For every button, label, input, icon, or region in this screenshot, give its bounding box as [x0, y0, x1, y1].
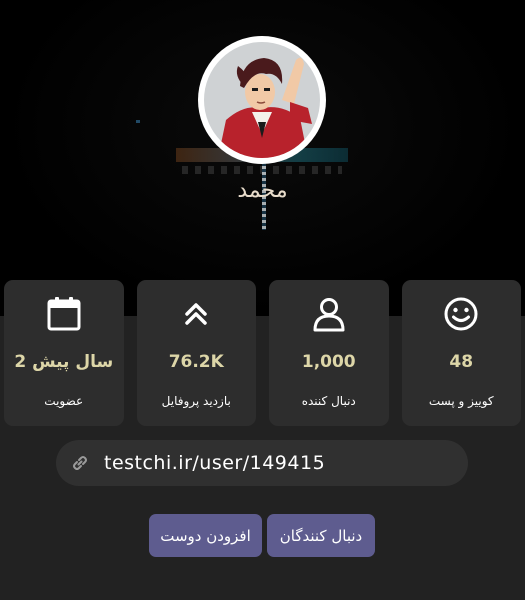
stat-value-views: 76.2K: [168, 352, 224, 372]
stat-value-followers: 1,000: [301, 352, 356, 372]
smiley-icon: [441, 294, 481, 334]
stat-card-views[interactable]: 76.2K بازدید پروفایل: [136, 280, 256, 426]
avatar[interactable]: [198, 36, 326, 164]
stat-label-views: بازدید پروفایل: [161, 394, 231, 408]
add-friend-button[interactable]: افزودن دوست: [149, 514, 262, 557]
stat-value-membership: 2 سال پیش: [14, 352, 114, 372]
profile-link-text: testchi.ir/user/149415: [104, 452, 326, 474]
banner-decoration: [136, 120, 140, 123]
stat-label-posts: کوییز و پست: [428, 394, 494, 408]
stat-card-posts[interactable]: 48 کوییز و پست: [401, 280, 521, 426]
calendar-icon: [44, 294, 84, 334]
link-icon: [70, 453, 90, 473]
stat-label-membership: عضویت: [44, 394, 84, 408]
avatar-image: [204, 42, 320, 158]
followers-button[interactable]: دنبال کنندگان: [267, 514, 375, 557]
stat-label-followers: دنبال کننده: [301, 394, 356, 408]
user-icon: [309, 294, 349, 334]
chevrons-up-icon: [176, 294, 216, 334]
stats-row: 48 کوییز و پست 1,000 دنبال کننده 76.2K ب…: [4, 280, 521, 426]
stat-card-followers[interactable]: 1,000 دنبال کننده: [269, 280, 389, 426]
stat-card-membership[interactable]: 2 سال پیش عضویت: [4, 280, 124, 426]
profile-link-field[interactable]: testchi.ir/user/149415: [56, 440, 468, 486]
profile-username: محمد: [237, 178, 288, 203]
stat-value-posts: 48: [449, 352, 474, 372]
